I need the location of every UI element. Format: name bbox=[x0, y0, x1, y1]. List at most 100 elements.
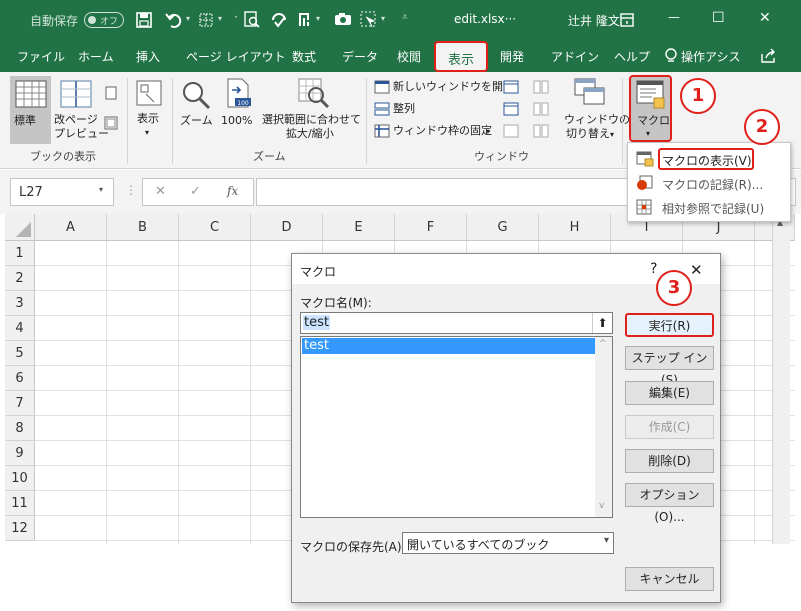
column-header-f[interactable]: F bbox=[395, 214, 467, 241]
tab-home[interactable]: ホーム bbox=[78, 48, 114, 65]
zoom-icon[interactable] bbox=[181, 80, 211, 110]
run-button[interactable]: 実行(R) bbox=[625, 313, 714, 337]
column-header-a[interactable]: A bbox=[35, 214, 107, 241]
save-icon[interactable] bbox=[136, 12, 152, 28]
tab-addins[interactable]: アドイン bbox=[551, 48, 599, 65]
print-preview-icon[interactable] bbox=[244, 11, 260, 29]
page-break-preview-icon[interactable] bbox=[60, 80, 92, 108]
arrange-all-label[interactable]: 整列 bbox=[393, 102, 415, 116]
custom-views-icon[interactable] bbox=[104, 116, 118, 130]
select-dropdown-icon[interactable]: ▾ bbox=[381, 14, 385, 23]
row-header-12[interactable]: 12 bbox=[5, 516, 35, 541]
close-window-icon[interactable]: ✕ bbox=[759, 10, 771, 26]
menu-item-relative-references[interactable]: 相対参照で記録(U) bbox=[628, 195, 790, 219]
borders-icon[interactable] bbox=[199, 13, 213, 27]
create-button[interactable]: 作成(C) bbox=[625, 415, 714, 439]
macro-list-scrollbar[interactable]: ^ v bbox=[595, 337, 612, 517]
undo-dropdown-icon[interactable]: ▾ bbox=[186, 14, 190, 23]
sort-icon[interactable] bbox=[297, 11, 313, 27]
new-window-icon[interactable] bbox=[374, 80, 390, 94]
tell-me-search[interactable]: 操作アシス bbox=[681, 48, 741, 65]
freeze-panes-dropdown-icon[interactable]: ▾ bbox=[486, 125, 490, 139]
row-header-11[interactable]: 11 bbox=[5, 491, 35, 516]
row-header-3[interactable]: 3 bbox=[5, 291, 35, 316]
edit-button[interactable]: 編集(E) bbox=[625, 381, 714, 405]
list-scroll-down-icon[interactable]: v bbox=[599, 501, 604, 511]
macro-list-item[interactable]: test bbox=[302, 338, 596, 354]
row-header-5[interactable]: 5 bbox=[5, 341, 35, 366]
menu-item-view-macros[interactable]: マクロの表示(V) bbox=[628, 147, 790, 171]
customize-qat-icon[interactable]: ⩡ bbox=[402, 12, 408, 23]
borders-dropdown-icon[interactable]: ▾ bbox=[218, 14, 222, 23]
arrange-all-icon[interactable] bbox=[374, 102, 390, 116]
tab-file[interactable]: ファイル bbox=[17, 48, 65, 65]
tab-formulas[interactable]: 数式 bbox=[292, 48, 316, 65]
undo-icon[interactable] bbox=[165, 12, 183, 28]
freeze-panes-icon[interactable] bbox=[374, 124, 390, 138]
vertical-scrollbar[interactable]: ▲ bbox=[772, 214, 790, 544]
row-header-4[interactable]: 4 bbox=[5, 316, 35, 341]
tab-insert[interactable]: 挿入 bbox=[136, 48, 160, 65]
autosave-toggle[interactable]: オフ bbox=[84, 12, 124, 28]
enter-icon[interactable]: ✓ bbox=[190, 184, 201, 199]
tab-help[interactable]: ヘルプ bbox=[614, 48, 650, 65]
name-box[interactable]: L27 ▾ bbox=[10, 178, 114, 206]
switch-windows-dropdown-icon[interactable]: ▾ bbox=[610, 128, 614, 142]
freeze-panes-label[interactable]: ウィンドウ枠の固定 bbox=[393, 124, 492, 138]
camera-icon[interactable] bbox=[334, 12, 352, 26]
row-header-6[interactable]: 6 bbox=[5, 366, 35, 391]
page-layout-view-icon[interactable] bbox=[104, 86, 118, 100]
column-header-g[interactable]: G bbox=[467, 214, 539, 241]
share-icon[interactable] bbox=[760, 48, 776, 64]
row-header-10[interactable]: 10 bbox=[5, 466, 35, 491]
step-into-button[interactable]: ステップ イン(S) bbox=[625, 346, 714, 387]
tab-page-layout[interactable]: ページ レイアウト bbox=[186, 48, 286, 65]
dialog-help-icon[interactable]: ? bbox=[650, 261, 657, 277]
sort-dropdown-icon[interactable]: ▾ bbox=[316, 14, 320, 23]
row-header-8[interactable]: 8 bbox=[5, 416, 35, 441]
cancel-entry-icon[interactable]: ✕ bbox=[155, 184, 166, 199]
row-header-7[interactable]: 7 bbox=[5, 391, 35, 416]
column-header-e[interactable]: E bbox=[323, 214, 395, 241]
tab-review[interactable]: 校閲 bbox=[397, 48, 421, 65]
name-box-dropdown-icon[interactable]: ▾ bbox=[99, 185, 103, 194]
maximize-icon[interactable]: ☐ bbox=[712, 10, 725, 26]
macros-in-select[interactable]: 開いているすべてのブック ▾ bbox=[402, 532, 614, 554]
insert-function-icon[interactable]: fx bbox=[227, 184, 238, 198]
minimize-icon[interactable]: — bbox=[668, 10, 680, 24]
menu-item-record-macro[interactable]: マクロの記録(R)... bbox=[628, 171, 790, 195]
column-header-d[interactable]: D bbox=[251, 214, 323, 241]
macros-in-dropdown-icon[interactable]: ▾ bbox=[604, 535, 609, 546]
zoom-to-selection-icon[interactable] bbox=[298, 78, 330, 108]
macro-name-edit-icon[interactable]: ⬆ bbox=[592, 313, 612, 333]
cancel-button[interactable]: キャンセル bbox=[625, 567, 714, 591]
select-all-button[interactable] bbox=[5, 214, 35, 241]
macro-list[interactable]: test ^ v bbox=[300, 336, 613, 518]
row-header-9[interactable]: 9 bbox=[5, 441, 35, 466]
hide-window-icon[interactable] bbox=[503, 102, 519, 116]
select-objects-icon[interactable] bbox=[360, 11, 378, 29]
user-name[interactable]: 辻井 隆文 bbox=[568, 12, 620, 29]
options-button[interactable]: オプション(O)... bbox=[625, 483, 714, 524]
reset-window-position-icon[interactable] bbox=[533, 124, 549, 138]
column-header-b[interactable]: B bbox=[107, 214, 179, 241]
delete-button[interactable]: 削除(D) bbox=[625, 449, 714, 473]
ribbon-display-options-icon[interactable] bbox=[620, 13, 634, 27]
column-header-h[interactable]: H bbox=[539, 214, 611, 241]
new-window-label[interactable]: 新しいウィンドウを開く bbox=[393, 80, 514, 94]
zoom-100-icon[interactable]: 100 bbox=[226, 78, 252, 108]
row-header-1[interactable]: 1 bbox=[5, 241, 35, 266]
column-header-c[interactable]: C bbox=[179, 214, 251, 241]
synchronous-scrolling-icon[interactable] bbox=[533, 102, 549, 116]
split-icon[interactable] bbox=[503, 80, 519, 94]
switch-windows-icon[interactable] bbox=[574, 78, 606, 106]
show-icon[interactable] bbox=[136, 80, 162, 106]
spelling-check-icon[interactable] bbox=[270, 11, 288, 29]
dialog-close-icon[interactable]: ✕ bbox=[690, 261, 703, 279]
show-dropdown-icon[interactable]: ▾ bbox=[145, 126, 149, 140]
macro-name-input[interactable]: test ⬆ bbox=[300, 312, 613, 334]
tab-data[interactable]: データ bbox=[342, 48, 378, 65]
view-side-by-side-icon[interactable] bbox=[533, 80, 549, 94]
tab-view[interactable]: 表示 bbox=[434, 41, 488, 72]
unhide-window-icon[interactable] bbox=[503, 124, 519, 138]
